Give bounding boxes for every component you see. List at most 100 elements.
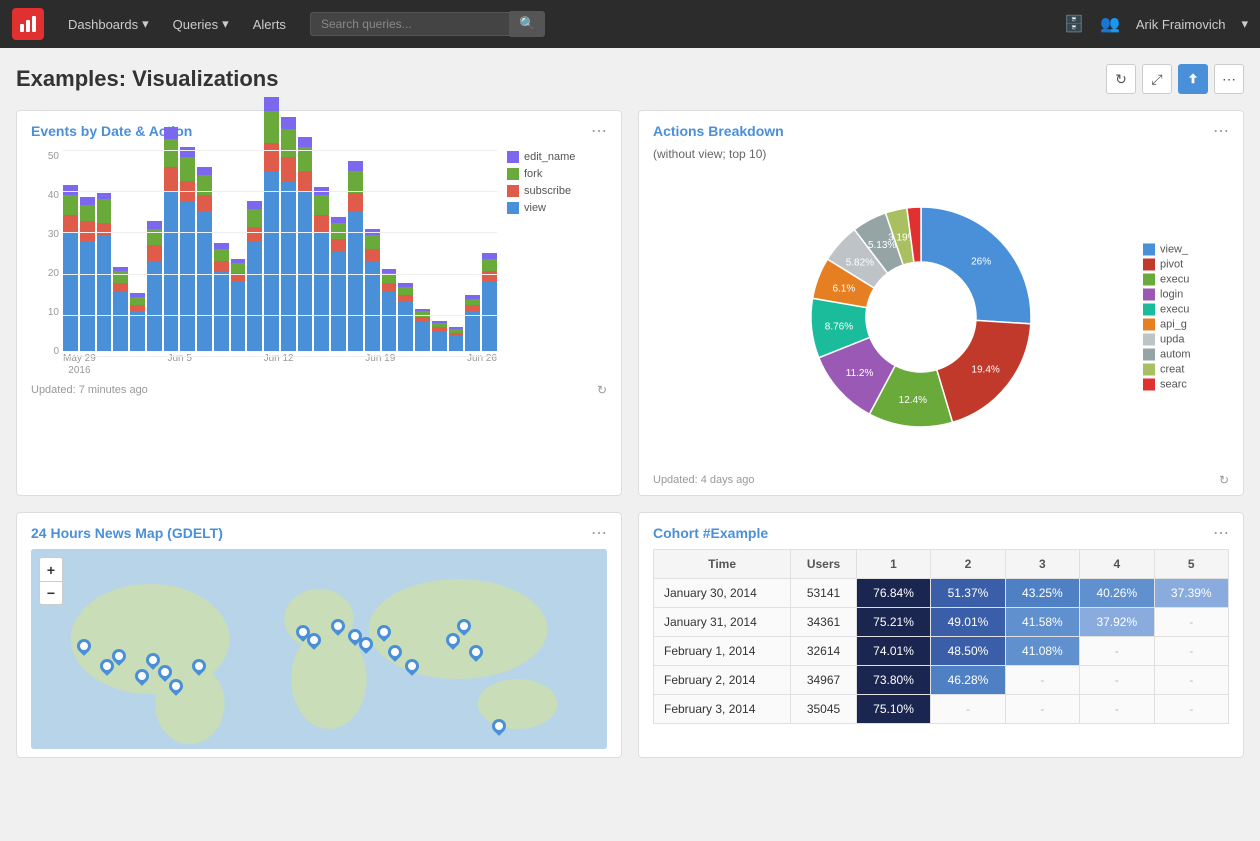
share-button[interactable]	[1178, 64, 1208, 94]
bar-seg-subscribe	[113, 283, 128, 291]
bar-seg-view	[365, 261, 380, 351]
bar-group[interactable]	[382, 269, 397, 351]
donut-legend: view_ pivot execu login execu api_g upda…	[1143, 244, 1233, 391]
bar-seg-subscribe	[197, 195, 212, 211]
bar-seg-fork	[365, 235, 380, 249]
bar-seg-fork	[298, 147, 313, 171]
zoom-in-button[interactable]: +	[39, 557, 63, 581]
map-svg	[31, 549, 607, 749]
x-axis: May 292016 Jun 5 Jun 12 Jun 19 Jun 26	[31, 353, 607, 377]
cohort-cell-4-6: -	[1154, 695, 1229, 724]
legend-swatch-pivot	[1143, 259, 1155, 271]
bar-seg-subscribe	[314, 215, 329, 231]
fullscreen-button[interactable]: ⤢	[1142, 64, 1172, 94]
bar-seg-subscribe	[231, 273, 246, 281]
search-button[interactable]: 🔍	[510, 11, 545, 37]
page-actions: ↻ ⤢ ⋯	[1106, 64, 1244, 94]
cohort-cell-0-6: 37.39%	[1154, 579, 1229, 608]
bar-seg-fork	[382, 273, 397, 283]
bar-group[interactable]	[449, 327, 464, 351]
cohort-widget: Cohort #Example ⋯ Time Users 1 2 3 4 5	[638, 512, 1244, 758]
cohort-menu[interactable]: ⋯	[1213, 523, 1229, 543]
bar-group[interactable]	[97, 193, 112, 351]
bar-seg-fork	[164, 139, 179, 167]
bar-group[interactable]	[214, 243, 229, 351]
database-icon[interactable]: 🗄️	[1064, 14, 1084, 34]
bar-group[interactable]	[314, 187, 329, 351]
events-widget-footer: Updated: 7 minutes ago ↻	[17, 377, 621, 405]
bar-group[interactable]	[415, 309, 430, 351]
legend-label-searc: searc	[1160, 379, 1187, 391]
bar-group[interactable]	[231, 259, 246, 351]
bar-seg-fork	[147, 229, 162, 245]
bar-group[interactable]	[113, 267, 128, 351]
bar-group[interactable]	[465, 295, 480, 351]
zoom-out-button[interactable]: −	[39, 581, 63, 605]
events-refresh[interactable]: ↻	[597, 383, 607, 397]
bar-group[interactable]	[432, 321, 447, 351]
news-map-menu[interactable]: ⋯	[591, 523, 607, 543]
bar-seg-view	[180, 201, 195, 351]
bar-group[interactable]	[264, 97, 279, 351]
legend-label-execu2: execu	[1160, 304, 1189, 316]
bar-seg-edit-name	[348, 161, 363, 171]
bar-seg-fork	[63, 195, 78, 215]
cohort-cell-2-1: 32614	[791, 637, 857, 666]
legend-label-api_g: api_g	[1160, 319, 1187, 331]
bar-group[interactable]	[348, 161, 363, 351]
bar-group[interactable]	[482, 253, 497, 351]
user-menu[interactable]: Arik Fraimovich	[1136, 17, 1226, 32]
users-icon[interactable]: 👥	[1100, 14, 1120, 34]
bar-group[interactable]	[147, 221, 162, 351]
bar-seg-fork	[281, 129, 296, 157]
bar-group[interactable]	[180, 147, 195, 351]
cohort-header-row: Time Users 1 2 3 4 5	[654, 550, 1229, 579]
bar-seg-view	[281, 181, 296, 351]
bar-group[interactable]	[197, 167, 212, 351]
legend-label-pivot: pivot	[1160, 259, 1183, 271]
bar-group[interactable]	[247, 201, 262, 351]
bar-group[interactable]	[130, 293, 145, 351]
cohort-cell-0-5: 40.26%	[1080, 579, 1154, 608]
bar-group[interactable]	[365, 229, 380, 351]
alerts-nav[interactable]: Alerts	[245, 13, 294, 36]
bar-seg-fork	[231, 263, 246, 273]
cohort-cell-0-4: 43.25%	[1005, 579, 1079, 608]
bar-seg-subscribe	[348, 193, 363, 211]
cohort-cell-2-0: February 1, 2014	[654, 637, 791, 666]
actions-refresh[interactable]: ↻	[1219, 473, 1229, 487]
bar-group[interactable]	[331, 217, 346, 351]
bar-group[interactable]	[164, 127, 179, 351]
actions-widget-menu[interactable]: ⋯	[1213, 121, 1229, 141]
bar-group[interactable]	[281, 117, 296, 351]
search-input[interactable]	[310, 12, 510, 36]
x-label-may29: May 292016	[63, 353, 96, 377]
events-chart-area: 0 10 20 30 40 50	[17, 147, 621, 377]
queries-nav[interactable]: Queries ▾	[165, 12, 237, 36]
bar-group[interactable]	[63, 185, 78, 351]
cohort-cell-3-0: February 2, 2014	[654, 666, 791, 695]
bar-seg-view	[231, 281, 246, 351]
dashboards-nav[interactable]: Dashboards ▾	[60, 12, 157, 36]
bar-seg-edit-name	[180, 147, 195, 157]
bar-seg-view	[164, 191, 179, 351]
actions-widget-header: Actions Breakdown ⋯	[639, 111, 1243, 147]
events-widget-menu[interactable]: ⋯	[591, 121, 607, 141]
cohort-cell-1-1: 34361	[791, 608, 857, 637]
bar-seg-view	[214, 271, 229, 351]
refresh-button[interactable]: ↻	[1106, 64, 1136, 94]
cohort-table-area: Time Users 1 2 3 4 5 January 30, 2014531…	[639, 549, 1243, 734]
bar-group[interactable]	[80, 197, 95, 351]
cohort-cell-3-4: -	[1005, 666, 1079, 695]
cohort-tbody: January 30, 20145314176.84%51.37%43.25%4…	[654, 579, 1229, 724]
cohort-cell-2-3: 48.50%	[931, 637, 1005, 666]
bar-seg-view	[348, 211, 363, 351]
bar-seg-fork	[197, 175, 212, 195]
col-1: 1	[856, 550, 930, 579]
bar-group[interactable]	[298, 137, 313, 351]
col-users: Users	[791, 550, 857, 579]
app-logo[interactable]	[12, 8, 44, 40]
bar-group[interactable]	[398, 283, 413, 351]
more-button[interactable]: ⋯	[1214, 64, 1244, 94]
bar-seg-subscribe	[264, 143, 279, 171]
